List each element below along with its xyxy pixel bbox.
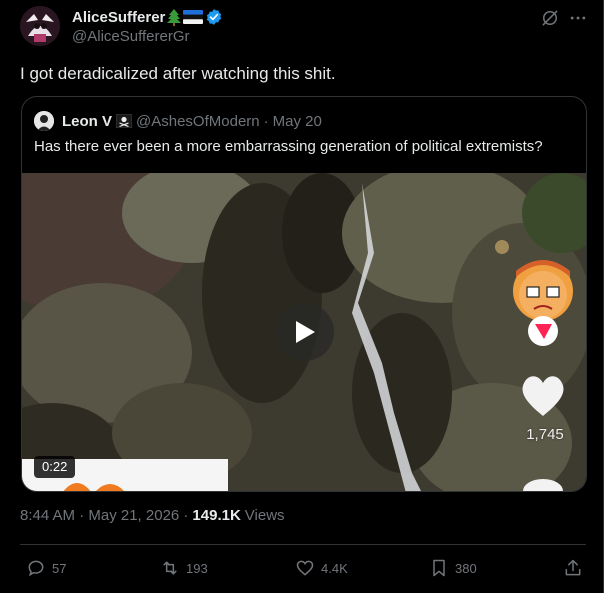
quoted-header: Leon V @AshesOfModern · May 20 [62, 111, 322, 131]
quoted-tweet-card[interactable]: Leon V @AshesOfModern · May 20 Has there… [21, 96, 587, 492]
share-button[interactable] [563, 556, 583, 580]
like-button[interactable]: 4.4K [295, 556, 348, 580]
pirate-flag-emoji-icon [116, 114, 133, 128]
quoted-separator: · [263, 112, 269, 130]
tweet-text: I got deradicalized after watching this … [20, 64, 336, 83]
quoted-handle: @AshesOfModern [136, 112, 260, 130]
views-label: Views [244, 507, 285, 524]
author-name-row: AliceSufferer [72, 7, 223, 27]
views-count: 149.1K [192, 507, 241, 524]
quoted-text: Has there ever been a more embarrassing … [34, 138, 543, 155]
quoted-date: May 20 [272, 112, 322, 130]
heart-icon [296, 560, 314, 576]
repost-icon [163, 561, 177, 575]
quoted-author-avatar [34, 111, 54, 131]
play-icon [296, 321, 315, 343]
quoted-video[interactable]: 0:22 1,745 [22, 173, 586, 491]
repost-count: 193 [186, 560, 208, 576]
actions-divider [20, 544, 586, 545]
tweet-meta: 8:44 AM · May 21, 2026 · 149.1K Views [20, 507, 285, 524]
quoted-display-name: Leon V [62, 112, 113, 130]
video-overlay-like-count: 1,745 [526, 426, 564, 443]
reply-count: 57 [52, 560, 67, 576]
bookmark-icon [433, 559, 445, 577]
author-avatar[interactable] [20, 6, 60, 46]
repost-button[interactable]: 193 [160, 556, 208, 580]
tweet-timestamp[interactable]: 8:44 AM · May 21, 2026 · [20, 507, 188, 524]
reply-icon [28, 560, 44, 577]
play-button[interactable] [276, 303, 334, 361]
estonia-flag-emoji-icon [183, 10, 204, 24]
video-duration-badge: 0:22 [34, 456, 76, 478]
bookmark-button[interactable]: 380 [429, 556, 477, 580]
more-options-icon[interactable] [568, 8, 588, 28]
reply-button[interactable]: 57 [26, 556, 66, 580]
author-display-name[interactable]: AliceSufferer [72, 9, 165, 26]
share-icon [565, 559, 581, 576]
verified-badge-icon[interactable] [205, 8, 223, 26]
bookmark-count: 380 [455, 560, 477, 576]
grok-icon[interactable] [540, 8, 560, 28]
author-handle[interactable]: @AliceSuffererGr [72, 28, 190, 45]
like-count: 4.4K [321, 560, 348, 576]
evergreen-tree-emoji-icon [167, 8, 182, 26]
